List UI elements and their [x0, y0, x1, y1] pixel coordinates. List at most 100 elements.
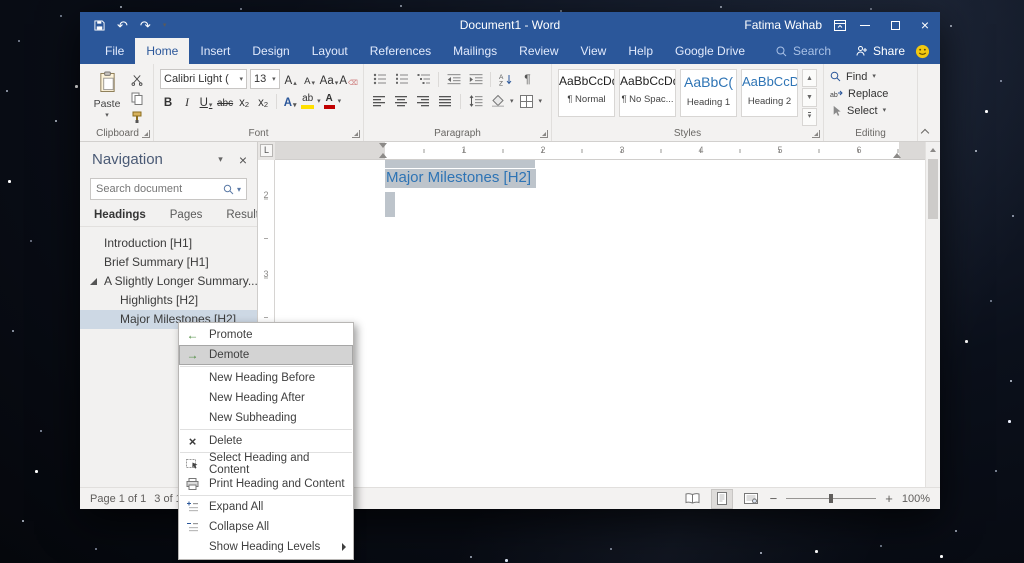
style-heading-2[interactable]: AaBbCcD Heading 2: [741, 69, 798, 117]
subscript-button[interactable]: x2: [236, 91, 252, 111]
font-color-dropdown-icon[interactable]: ▾: [338, 98, 342, 105]
format-painter-button[interactable]: [127, 110, 147, 125]
shading-button[interactable]: [488, 91, 507, 111]
maximize-button[interactable]: [880, 12, 910, 38]
text-effects-button[interactable]: A▾: [282, 91, 298, 111]
style-normal[interactable]: AaBbCcDd ¶ Normal: [558, 69, 615, 117]
save-icon[interactable]: [94, 20, 105, 31]
find-dropdown-icon[interactable]: ▾: [872, 73, 876, 80]
menu-item-new-heading-after[interactable]: New Heading After: [179, 388, 353, 408]
replace-button[interactable]: ab Replace: [830, 85, 911, 102]
shrink-font-button[interactable]: A▾: [302, 69, 318, 89]
search-magnifier-icon[interactable]: ▾: [223, 184, 241, 195]
print-layout-button[interactable]: [712, 490, 732, 508]
decrease-indent-button[interactable]: [444, 69, 463, 89]
read-mode-button[interactable]: [683, 490, 703, 508]
page-indicator[interactable]: Page 1 of 1: [90, 493, 146, 505]
align-left-button[interactable]: [370, 91, 389, 111]
font-size-combo[interactable]: 13 ▾: [250, 69, 280, 89]
tab-home[interactable]: Home: [135, 38, 189, 64]
cut-button[interactable]: [127, 72, 147, 87]
bold-button[interactable]: B: [160, 91, 176, 111]
document-heading-text[interactable]: Major Milestones [H2]: [385, 169, 536, 188]
font-size-dropdown-icon[interactable]: ▾: [272, 76, 276, 83]
document-page[interactable]: Major Milestones [H2]: [275, 160, 925, 487]
nav-tab-results[interactable]: Results: [226, 209, 258, 221]
tab-layout[interactable]: Layout: [301, 38, 359, 64]
menu-item-new-heading-before[interactable]: New Heading Before: [179, 368, 353, 388]
paragraph-dialog-launcher[interactable]: [540, 130, 548, 138]
scrollbar-thumb[interactable]: [928, 159, 938, 219]
menu-item-collapse-all[interactable]: Collapse All: [179, 517, 353, 537]
change-case-button[interactable]: Aa▾: [321, 69, 338, 89]
tell-me-search[interactable]: Search: [776, 38, 831, 64]
increase-indent-button[interactable]: [466, 69, 485, 89]
copy-button[interactable]: [127, 91, 147, 106]
align-right-button[interactable]: [414, 91, 433, 111]
borders-button[interactable]: [517, 91, 536, 111]
tab-help[interactable]: Help: [617, 38, 664, 64]
align-center-button[interactable]: [392, 91, 411, 111]
heading-item-brief-summary[interactable]: Brief Summary [H1]: [80, 253, 257, 272]
heading-item-introduction[interactable]: Introduction [H1]: [80, 234, 257, 253]
redo-icon[interactable]: ↷: [140, 19, 151, 32]
show-hide-pilcrow-button[interactable]: ¶: [518, 69, 537, 89]
nav-tab-headings[interactable]: Headings: [94, 209, 146, 221]
tab-insert[interactable]: Insert: [189, 38, 241, 64]
highlight-color-button[interactable]: ab: [301, 91, 314, 111]
minimize-button[interactable]: [850, 12, 880, 38]
justify-button[interactable]: [436, 91, 455, 111]
italic-button[interactable]: I: [179, 91, 195, 111]
tab-mailings[interactable]: Mailings: [442, 38, 508, 64]
tab-file[interactable]: File: [94, 38, 135, 64]
underline-button[interactable]: U▾: [198, 91, 214, 111]
font-dialog-launcher[interactable]: [352, 130, 360, 138]
menu-item-expand-all[interactable]: Expand All: [179, 497, 353, 517]
font-color-button[interactable]: A: [324, 91, 335, 111]
nav-tab-pages[interactable]: Pages: [170, 209, 203, 221]
scroll-up-icon[interactable]: [926, 142, 940, 157]
hanging-indent-marker[interactable]: [379, 153, 387, 158]
menu-item-demote[interactable]: → Demote: [179, 345, 353, 365]
vertical-scrollbar[interactable]: [925, 142, 940, 487]
menu-item-new-subheading[interactable]: New Subheading: [179, 408, 353, 428]
zoom-slider-handle[interactable]: [829, 494, 833, 503]
select-dropdown-icon[interactable]: ▾: [883, 107, 887, 114]
style-heading-1[interactable]: AaBbC( Heading 1: [680, 69, 737, 117]
feedback-smiley-icon[interactable]: [915, 38, 940, 64]
strikethrough-button[interactable]: abc: [217, 91, 233, 111]
customize-qat-icon[interactable]: ▾: [163, 22, 167, 29]
undo-icon[interactable]: ↶: [117, 19, 128, 32]
borders-dropdown-icon[interactable]: ▾: [539, 98, 543, 105]
user-name[interactable]: Fatima Wahab: [744, 18, 822, 32]
shading-dropdown-icon[interactable]: ▾: [510, 98, 514, 105]
zoom-slider[interactable]: [786, 498, 876, 499]
highlight-dropdown-icon[interactable]: ▾: [317, 98, 321, 105]
style-no-spacing[interactable]: AaBbCcDd ¶ No Spac...: [619, 69, 676, 117]
find-button[interactable]: Find ▾: [830, 68, 911, 85]
font-name-combo[interactable]: Calibri Light ( ▾: [160, 69, 247, 89]
first-line-indent-marker[interactable]: [379, 143, 387, 148]
horizontal-ruler[interactable]: 1 2 3 4 5 6: [275, 142, 925, 160]
collapse-ribbon-icon[interactable]: [920, 127, 930, 137]
navigation-options-icon[interactable]: ▾: [218, 154, 223, 165]
tab-stop-selector[interactable]: L: [260, 144, 273, 157]
navigation-close-icon[interactable]: ×: [239, 153, 247, 167]
right-indent-marker[interactable]: [893, 153, 901, 158]
heading-item-highlights[interactable]: Highlights [H2]: [80, 291, 257, 310]
menu-item-delete[interactable]: × Delete: [179, 431, 353, 451]
tab-view[interactable]: View: [570, 38, 618, 64]
sort-button[interactable]: AZ: [496, 69, 515, 89]
tab-design[interactable]: Design: [241, 38, 300, 64]
bullets-button[interactable]: [370, 69, 389, 89]
tab-review[interactable]: Review: [508, 38, 569, 64]
multilevel-list-button[interactable]: [414, 69, 433, 89]
heading-item-longer-summary[interactable]: A Slightly Longer Summary...: [80, 272, 257, 291]
menu-item-show-heading-levels[interactable]: Show Heading Levels: [179, 537, 353, 557]
font-name-dropdown-icon[interactable]: ▾: [240, 76, 244, 83]
select-button[interactable]: Select ▾: [830, 102, 911, 119]
zoom-out-icon[interactable]: −: [770, 492, 778, 505]
search-document-input[interactable]: [96, 183, 223, 195]
numbering-button[interactable]: [392, 69, 411, 89]
superscript-button[interactable]: x2: [255, 91, 271, 111]
